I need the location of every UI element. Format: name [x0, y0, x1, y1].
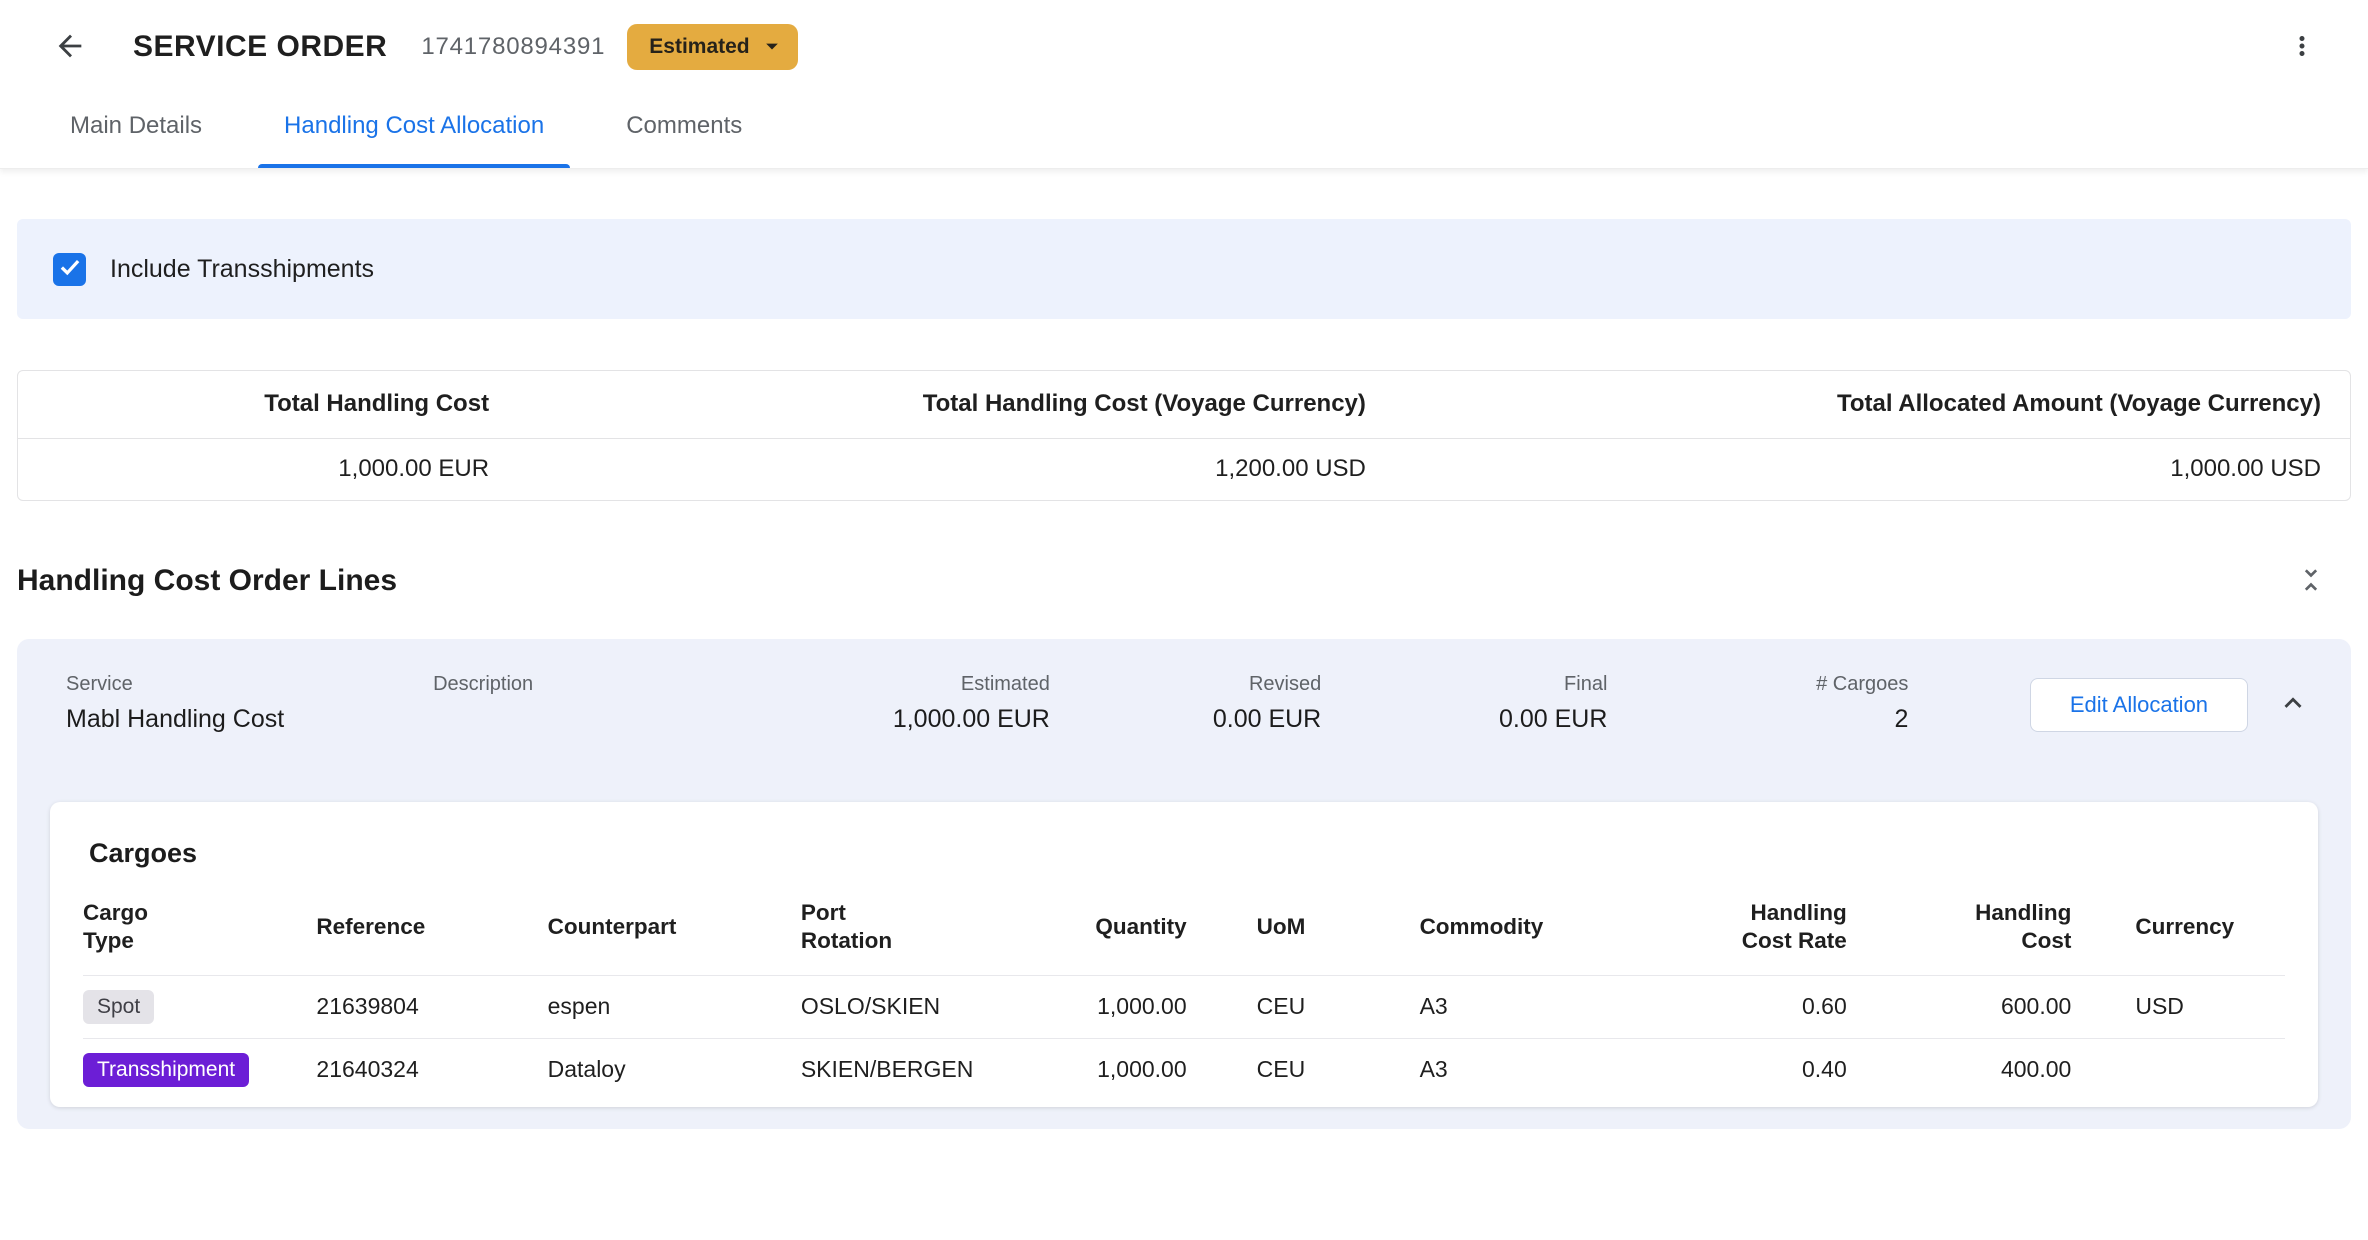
revised-label: Revised: [1050, 673, 1321, 696]
collapse-line-button[interactable]: [2274, 685, 2313, 725]
reference-cell: 21639804: [316, 975, 547, 1038]
currency-cell: [2071, 1038, 2285, 1101]
handling-cost-cell: 400.00: [1847, 1038, 2072, 1101]
caret-down-icon: [758, 32, 786, 63]
col-commodity: Commodity: [1420, 879, 1620, 975]
order-lines-section-header: Handling Cost Order Lines: [17, 559, 2351, 603]
quantity-cell: 1,000.00: [1087, 975, 1257, 1038]
total-handling-cost-voyage-value: 1,200.00 USD: [489, 438, 1366, 500]
final-field: Final 0.00 EUR: [1321, 673, 1607, 736]
unfold-less-icon: [2295, 564, 2327, 599]
back-button[interactable]: [48, 25, 92, 69]
total-handling-cost-voyage-header: Total Handling Cost (Voyage Currency): [489, 371, 1366, 438]
totals-value-row: 1,000.00 EUR 1,200.00 USD 1,000.00 USD: [18, 438, 2350, 500]
tab-bar: Main Details Handling Cost Allocation Co…: [0, 84, 2368, 168]
counterpart-cell: Dataloy: [548, 1038, 801, 1101]
counterpart-cell: espen: [548, 975, 801, 1038]
total-allocated-amount-header: Total Allocated Amount (Voyage Currency): [1366, 371, 2350, 438]
app-header: SERVICE ORDER 1741780894391 Estimated Ma…: [0, 0, 2368, 169]
edit-allocation-button[interactable]: Edit Allocation: [2030, 678, 2247, 732]
handling-cost-cell: 600.00: [1847, 975, 2072, 1038]
cargo-count-field: # Cargoes 2: [1607, 673, 1908, 736]
total-allocated-amount-value: 1,000.00 USD: [1366, 438, 2350, 500]
description-value: [433, 705, 729, 736]
col-reference: Reference: [316, 879, 547, 975]
kebab-menu-icon: [2287, 31, 2317, 64]
include-transshipments-checkbox[interactable]: [53, 253, 86, 286]
final-value: 0.00 EUR: [1321, 705, 1607, 736]
cargoes-card: Cargoes CargoType Reference Counterpart …: [50, 802, 2318, 1107]
chevron-up-icon: [2276, 686, 2310, 723]
col-cargo-type: CargoType: [83, 879, 316, 975]
commodity-cell: A3: [1420, 1038, 1620, 1101]
col-handling-cost: HandlingCost: [1847, 879, 2072, 975]
cargoes-table: CargoType Reference Counterpart PortRota…: [83, 879, 2285, 1101]
cargo-type-cell: Transshipment: [83, 1038, 316, 1101]
col-currency: Currency: [2071, 879, 2285, 975]
check-icon: [57, 254, 83, 285]
kebab-menu-button[interactable]: [2280, 25, 2324, 69]
port-rotation-cell: SKIEN/BERGEN: [801, 1038, 1087, 1101]
total-handling-cost-header: Total Handling Cost: [18, 371, 489, 438]
cargo-row: Transshipment 21640324 Dataloy SKIEN/BER…: [83, 1038, 2285, 1101]
col-quantity: Quantity: [1087, 879, 1257, 975]
include-transshipments-label: Include Transshipments: [110, 255, 374, 284]
cargoes-header-row: CargoType Reference Counterpart PortRota…: [83, 879, 2285, 975]
service-label: Service: [66, 673, 433, 696]
currency-cell: USD: [2071, 975, 2285, 1038]
tab-main-details[interactable]: Main Details: [44, 84, 228, 168]
status-label: Estimated: [649, 35, 749, 59]
order-number: 1741780894391: [421, 33, 605, 61]
estimated-value: 1,000.00 EUR: [729, 705, 1050, 736]
description-label: Description: [433, 673, 729, 696]
cargo-count-value: 2: [1607, 705, 1908, 736]
tab-comments[interactable]: Comments: [600, 84, 768, 168]
col-uom: UoM: [1257, 879, 1420, 975]
cargoes-title: Cargoes: [89, 838, 2318, 869]
final-label: Final: [1321, 673, 1607, 696]
order-lines-title: Handling Cost Order Lines: [17, 564, 397, 598]
service-field: Service Mabl Handling Cost: [66, 673, 433, 736]
col-handling-cost-rate: HandlingCost Rate: [1620, 879, 1847, 975]
revised-value: 0.00 EUR: [1050, 705, 1321, 736]
arrow-back-icon: [53, 29, 87, 66]
order-line-card: Service Mabl Handling Cost Description E…: [17, 639, 2351, 1129]
totals-header-row: Total Handling Cost Total Handling Cost …: [18, 371, 2350, 438]
header-row: SERVICE ORDER 1741780894391 Estimated: [0, 10, 2368, 84]
cargo-type-cell: Spot: [83, 975, 316, 1038]
total-handling-cost-value: 1,000.00 EUR: [18, 438, 489, 500]
quantity-cell: 1,000.00: [1087, 1038, 1257, 1101]
page-title: SERVICE ORDER: [133, 30, 387, 64]
uom-cell: CEU: [1257, 975, 1420, 1038]
reference-cell: 21640324: [316, 1038, 547, 1101]
port-rotation-cell: OSLO/SKIEN: [801, 975, 1087, 1038]
estimated-label: Estimated: [729, 673, 1050, 696]
status-dropdown[interactable]: Estimated: [627, 24, 797, 70]
estimated-field: Estimated 1,000.00 EUR: [729, 673, 1050, 736]
totals-table: Total Handling Cost Total Handling Cost …: [17, 370, 2351, 501]
tab-handling-cost-allocation[interactable]: Handling Cost Allocation: [258, 84, 570, 168]
include-transshipments-panel: Include Transshipments: [17, 219, 2351, 319]
service-value: Mabl Handling Cost: [66, 705, 433, 736]
cargo-count-label: # Cargoes: [1607, 673, 1908, 696]
col-port-rotation: PortRotation: [801, 879, 1087, 975]
order-line-summary: Service Mabl Handling Cost Description E…: [17, 673, 2351, 736]
revised-field: Revised 0.00 EUR: [1050, 673, 1321, 736]
description-field: Description: [433, 673, 729, 736]
handling-cost-rate-cell: 0.60: [1620, 975, 1847, 1038]
uom-cell: CEU: [1257, 1038, 1420, 1101]
handling-cost-rate-cell: 0.40: [1620, 1038, 1847, 1101]
col-counterpart: Counterpart: [548, 879, 801, 975]
collapse-all-button[interactable]: [2289, 559, 2333, 603]
cargo-type-badge: Transshipment: [83, 1053, 249, 1087]
cargo-row: Spot 21639804 espen OSLO/SKIEN 1,000.00 …: [83, 975, 2285, 1038]
commodity-cell: A3: [1420, 975, 1620, 1038]
cargo-type-badge: Spot: [83, 990, 154, 1024]
